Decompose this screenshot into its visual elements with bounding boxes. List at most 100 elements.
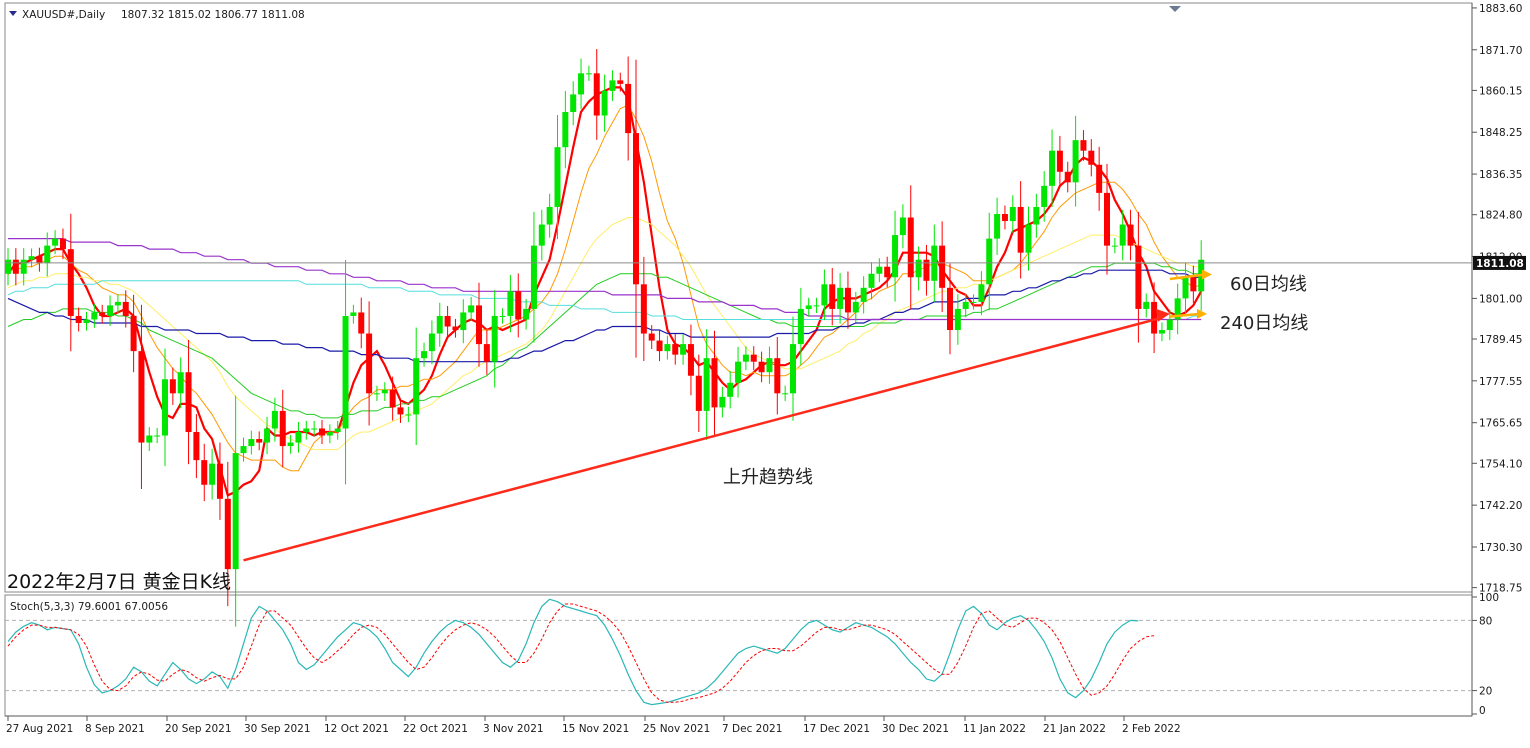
candle-body — [570, 94, 577, 113]
candle-body — [405, 414, 412, 416]
candle-body — [350, 312, 357, 316]
time-axis-label: 3 Nov 2021 — [483, 723, 544, 735]
candle-body — [538, 224, 545, 246]
candle-body — [240, 446, 247, 454]
chart-window: XAUUSD#,Daily 1807.32 1815.02 1806.77 18… — [0, 0, 1530, 744]
candle-body — [224, 498, 231, 570]
candle-body — [758, 361, 765, 373]
candle-body — [546, 206, 553, 225]
candle-body — [311, 428, 318, 430]
candle-body — [585, 73, 592, 75]
candle-body — [601, 90, 608, 116]
ma60-label: 60日均线 — [1230, 274, 1307, 295]
candle-body — [303, 428, 310, 433]
price-chart[interactable]: XAUUSD#,Daily 1807.32 1815.02 1806.77 18… — [0, 0, 1530, 744]
candle-body — [436, 315, 443, 334]
candle-body — [20, 259, 27, 274]
ohlc-values: 1807.32 1815.02 1806.77 1811.08 — [121, 9, 305, 21]
candle-body — [970, 301, 977, 303]
candle-body — [75, 315, 82, 323]
candle-body — [672, 344, 679, 355]
candle-body — [373, 393, 380, 395]
price-axis-label: 1801.00 — [1479, 293, 1522, 305]
candle-body — [837, 287, 844, 309]
candle-body — [821, 284, 828, 306]
time-axis-label: 11 Jan 2022 — [963, 723, 1026, 735]
candle-body — [146, 435, 153, 443]
candle-body — [358, 312, 365, 334]
candle-body — [852, 301, 859, 313]
price-axis-label: 1754.10 — [1479, 458, 1522, 470]
candle-body — [790, 344, 796, 394]
price-axis-label: 1871.70 — [1479, 45, 1522, 57]
candle-body — [1119, 224, 1126, 246]
price-axis-label: 1860.15 — [1479, 85, 1522, 97]
candle-body — [413, 358, 420, 415]
time-axis-label: 27 Aug 2021 — [6, 723, 73, 735]
candle-body — [978, 284, 985, 302]
candle-body — [389, 389, 396, 408]
candle-body — [130, 315, 137, 352]
time-axis-label: 21 Jan 2022 — [1043, 723, 1106, 735]
candle-body — [342, 315, 349, 429]
candle-body — [829, 284, 836, 309]
candle-body — [593, 73, 600, 116]
candle-body — [719, 396, 726, 408]
candle-body — [507, 291, 514, 316]
candle-body — [444, 315, 451, 327]
candle-body — [648, 333, 655, 341]
candle-body — [326, 432, 333, 436]
candle-body — [578, 73, 585, 95]
candle-body — [1190, 277, 1197, 292]
candle-body — [680, 344, 687, 355]
candle-body — [711, 358, 718, 408]
chart-caption: 2022年2月7日 黄金日K线 — [7, 571, 231, 593]
candle-body — [193, 432, 200, 461]
time-axis-label: 2 Feb 2022 — [1122, 723, 1181, 735]
candle-body — [83, 319, 90, 323]
candle-body — [476, 305, 482, 345]
candle-body — [703, 358, 710, 411]
candle-body — [185, 372, 192, 433]
candle-body — [1088, 150, 1095, 165]
time-axis-label: 30 Dec 2021 — [882, 723, 949, 735]
candle-body — [695, 375, 702, 411]
stoch-axis-label: 0 — [1479, 705, 1486, 717]
candle-body — [107, 305, 114, 316]
candle-body — [177, 372, 184, 394]
candle-body — [868, 273, 875, 288]
candle-body — [625, 83, 632, 134]
candle-body — [1080, 140, 1087, 151]
trendline-label: 上升趋势线 — [723, 467, 813, 488]
candle-body — [334, 428, 341, 433]
candle-body — [5, 259, 11, 274]
candle-body — [1009, 206, 1016, 222]
candle-body — [766, 358, 773, 373]
candle-body — [750, 354, 757, 362]
candle-body — [994, 213, 1001, 239]
price-axis-label: 1824.80 — [1479, 210, 1522, 222]
candle-body — [1056, 150, 1063, 172]
candle-body — [421, 351, 428, 359]
candle-body — [617, 80, 624, 84]
ma240-label: 240日均线 — [1220, 313, 1308, 334]
price-axis-label: 1789.45 — [1479, 334, 1522, 346]
candle-body — [1033, 206, 1040, 225]
candle-body — [154, 435, 161, 437]
candle-body — [91, 312, 98, 320]
candle-body — [114, 301, 121, 306]
candle-body — [656, 340, 663, 352]
price-axis-label: 1883.60 — [1479, 3, 1522, 15]
candle-body — [287, 442, 294, 447]
candle-body — [986, 238, 993, 285]
candle-body — [1017, 206, 1024, 253]
candle-body — [162, 379, 168, 436]
candle-body — [907, 217, 914, 278]
candle-body — [962, 301, 969, 309]
candle-body — [1104, 192, 1110, 246]
candle-body — [640, 284, 647, 334]
time-axis-label: 15 Nov 2021 — [562, 723, 629, 735]
candle-body — [264, 428, 271, 443]
stoch-label: Stoch(5,3,3) 79.6001 67.0056 — [10, 601, 168, 613]
candle-body — [1072, 140, 1079, 183]
